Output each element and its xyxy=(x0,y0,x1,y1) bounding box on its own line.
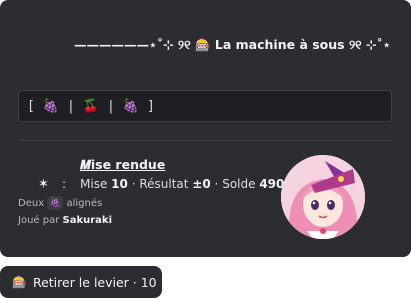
mise-value: 10 xyxy=(111,177,128,191)
aligned-line: Deux 🍇 alignés xyxy=(18,196,102,210)
reel-2: 🍒 xyxy=(82,98,100,114)
solde-label: Solde xyxy=(222,177,256,191)
colon-separator: : xyxy=(62,177,67,191)
star-icon: ✶ xyxy=(38,177,49,192)
reel-bracket-close: ] xyxy=(147,98,155,114)
played-by-prefix: Joué par xyxy=(18,215,60,226)
dot-separator: · xyxy=(214,177,219,191)
slot-reels-codeblock: [ 🍇 | 🍒 | 🍇 ] xyxy=(18,90,392,122)
dot-separator: · xyxy=(131,177,136,191)
reel-1: 🍇 xyxy=(42,98,60,114)
anime-girl-avatar xyxy=(281,155,365,239)
resultat-value: ±0 xyxy=(192,177,211,191)
resultat-label: Résultat xyxy=(139,177,189,191)
divider xyxy=(18,140,392,141)
result-heading: 𝑴ise rendue xyxy=(80,157,166,172)
avatar-illustration xyxy=(281,155,365,239)
stats-line: Mise 10 · Résultat ±0 · Solde 490 🐦 xyxy=(80,177,303,191)
reel-separator: | xyxy=(107,98,115,114)
aligned-prefix: Deux xyxy=(18,198,45,209)
pull-lever-label: Retirer le levier · 10 xyxy=(32,274,157,290)
player-username[interactable]: Sakuraki xyxy=(63,215,112,226)
pull-lever-button[interactable]: 🎰 Retirer le levier · 10 xyxy=(0,266,162,298)
embed-title: ——————⋆˚⊹ ୨୧ 🎰 La machine à sous ୨୧ ⊹˚⋆ xyxy=(74,37,391,52)
mise-label: Mise xyxy=(80,177,108,191)
slot-machine-embed: ——————⋆˚⊹ ୨୧ 🎰 La machine à sous ୨୧ ⊹˚⋆ … xyxy=(0,0,411,257)
grape-icon: 🍇 xyxy=(47,196,64,210)
slot-machine-icon: 🎰 xyxy=(12,275,27,289)
played-by-line: Joué par Sakuraki xyxy=(18,215,112,226)
reel-separator: | xyxy=(67,98,75,114)
reel-bracket-open: [ xyxy=(27,98,35,114)
reel-3: 🍇 xyxy=(122,98,140,114)
aligned-suffix: alignés xyxy=(66,198,103,209)
